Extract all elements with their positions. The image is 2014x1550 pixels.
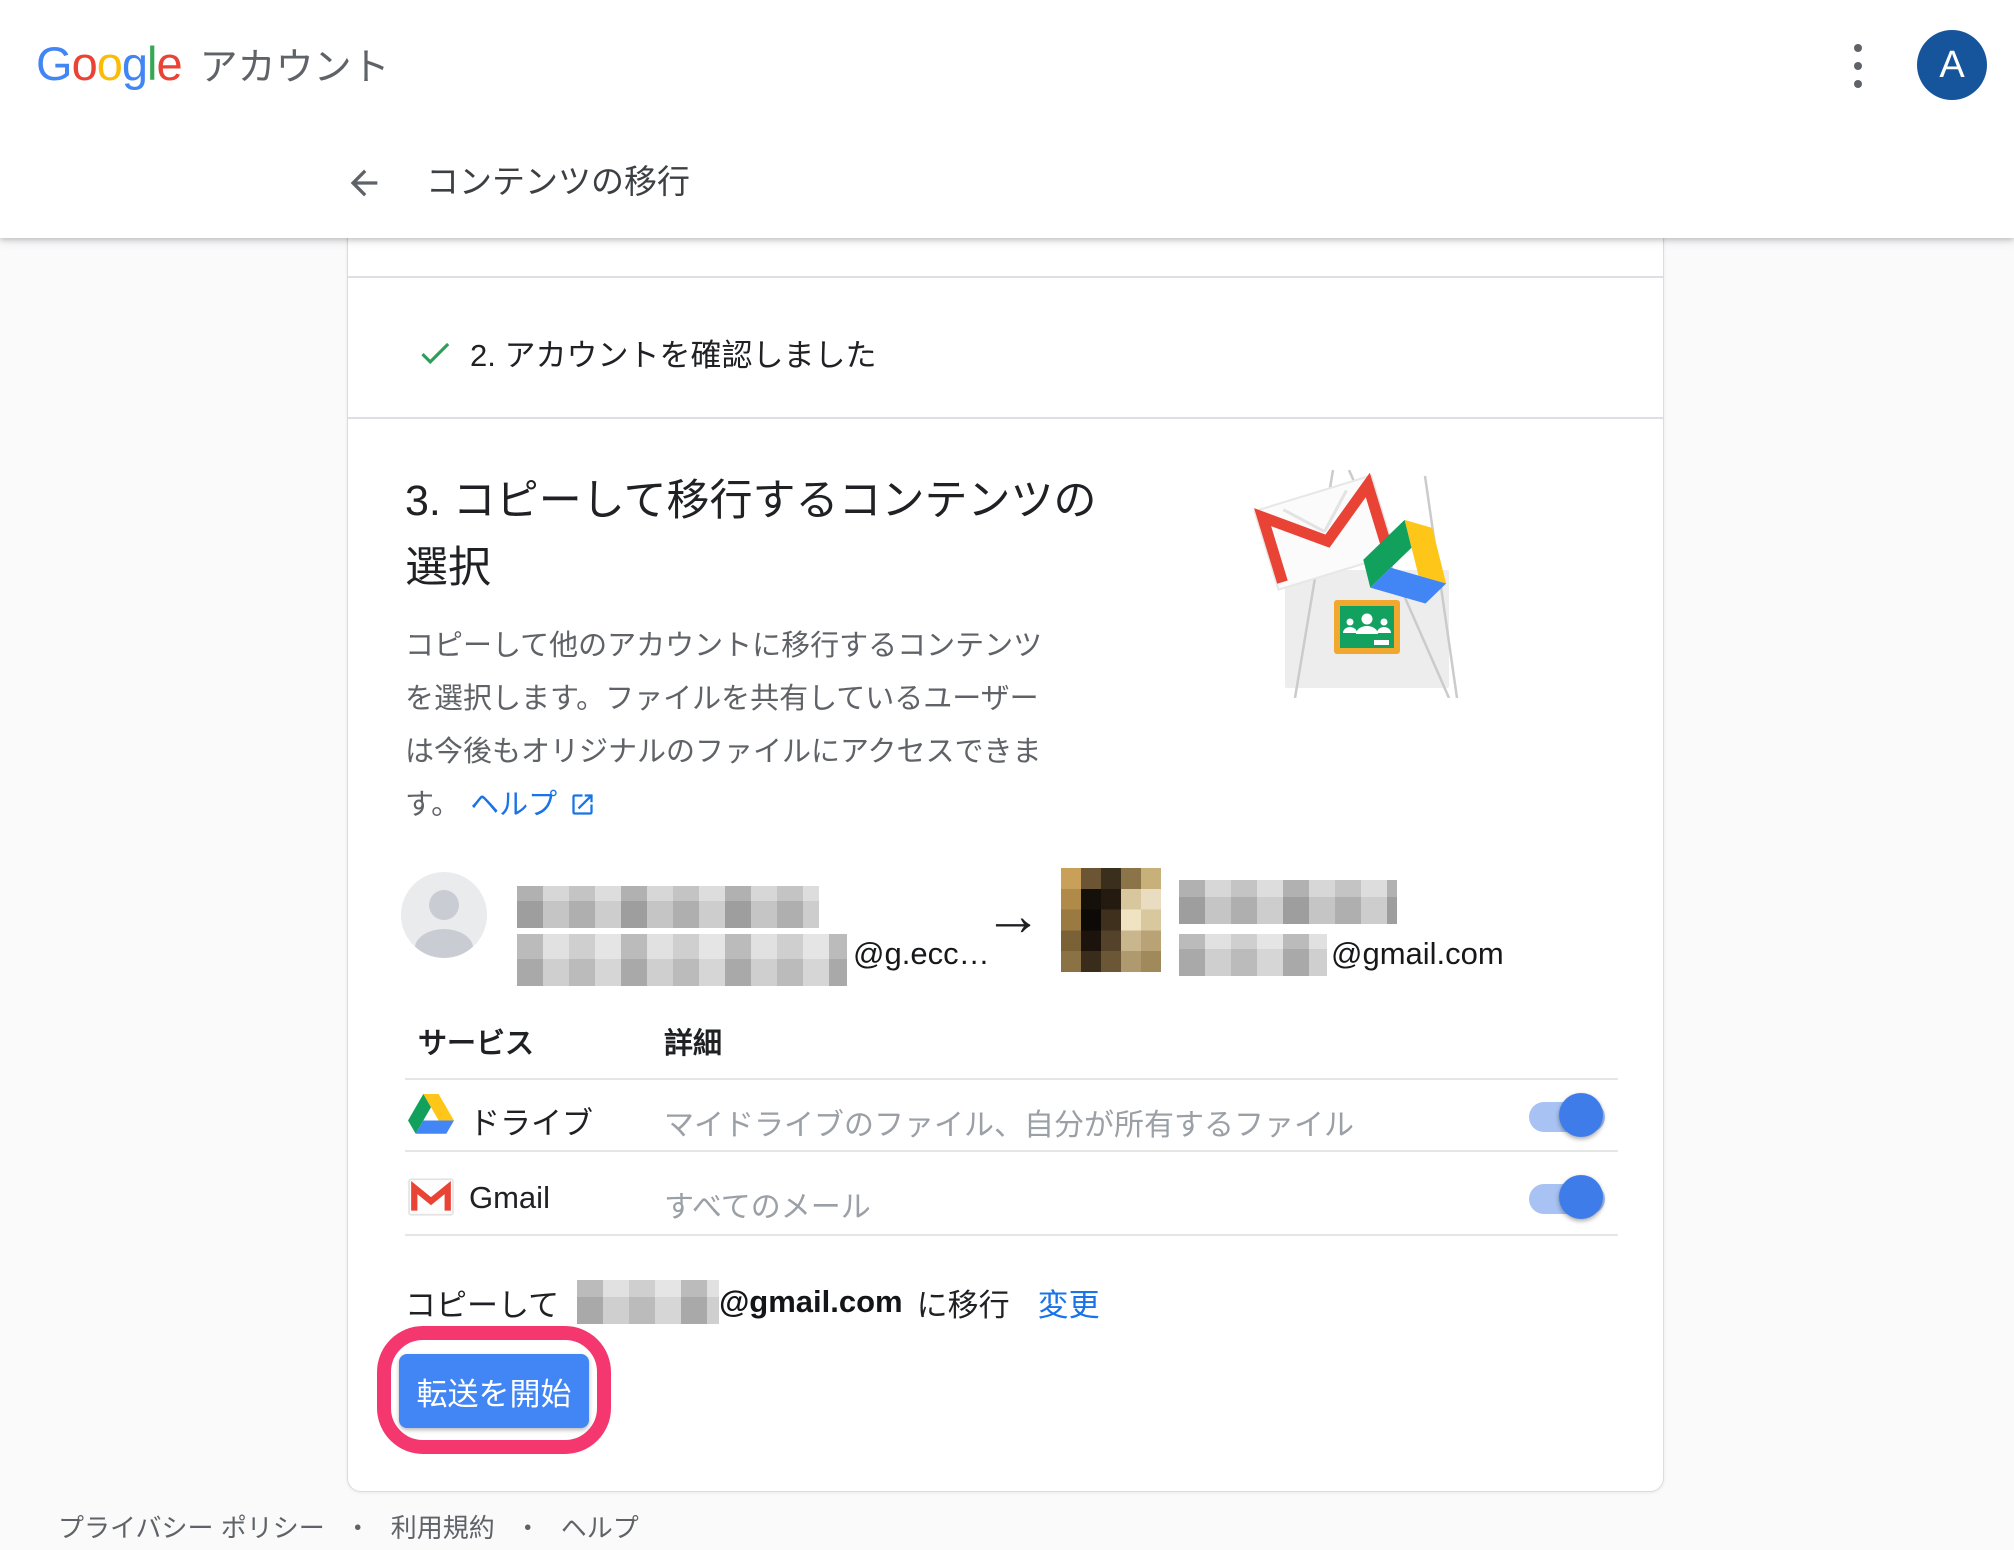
more-options-button[interactable] (1834, 38, 1882, 94)
source-avatar (401, 872, 487, 958)
drive-toggle[interactable] (1529, 1092, 1607, 1138)
divider (348, 417, 1663, 419)
help-link[interactable]: ヘルプ (470, 789, 557, 821)
step2-row: 2. アカウントを確認しました (416, 330, 876, 375)
divider (405, 1150, 1618, 1152)
kebab-dot (1854, 44, 1862, 52)
service-detail: マイドライブのファイル、自分が所有するファイル (664, 1100, 1354, 1144)
service-label: Gmail (469, 1180, 550, 1216)
column-header-detail: 詳細 (664, 1020, 722, 1062)
gmail-icon (408, 1178, 454, 1216)
divider (405, 1078, 1618, 1080)
toggle-knob (1559, 1175, 1603, 1219)
back-arrow-icon (344, 163, 384, 203)
service-detail: すべてのメール (664, 1182, 871, 1226)
classroom-icon (1334, 600, 1400, 654)
divider (348, 276, 1663, 278)
account-avatar[interactable]: A (1917, 30, 1987, 100)
help-footer-link[interactable]: ヘルプ (561, 1508, 639, 1545)
open-in-new-icon (569, 791, 596, 818)
destination-suffix: に移行 (917, 1280, 1010, 1325)
transfer-arrow-icon: → (984, 882, 1042, 949)
step2-label: 2. アカウントを確認しました (470, 330, 876, 375)
change-link[interactable]: 変更 (1038, 1280, 1100, 1325)
divider (405, 1234, 1618, 1236)
destination-avatar-redacted (1061, 868, 1161, 972)
check-icon (416, 334, 454, 372)
subheader: コンテンツの移行 (0, 150, 2014, 220)
kebab-dot (1854, 80, 1862, 88)
kebab-dot (1854, 62, 1862, 70)
privacy-policy-link[interactable]: プライバシー ポリシー (58, 1508, 325, 1545)
destination-line: コピーして @gmail.com に移行 変更 (405, 1278, 1100, 1326)
source-email-suffix: @g.ecc… (853, 936, 990, 972)
column-header-service: サービス (418, 1020, 534, 1062)
back-button[interactable] (342, 162, 386, 206)
step3-description: コピーして他のアカウントに移行するコンテンツを選択します。ファイルを共有している… (405, 620, 1053, 832)
page-footer: プライバシー ポリシー ・ 利用規約 ・ ヘルプ (58, 1508, 639, 1545)
start-transfer-button[interactable]: 転送を開始 (399, 1354, 589, 1428)
google-account-transfer-page: 2. アカウントを確認しました 3. コピーして移行するコンテンツの選択 (0, 0, 2014, 1550)
source-name-redacted (517, 886, 819, 928)
footer-separator: ・ (345, 1508, 371, 1545)
service-label: ドライブ (469, 1098, 593, 1143)
source-email-redacted (517, 934, 847, 986)
products-illustration (1253, 470, 1483, 698)
destination-name-redacted (1179, 880, 1397, 924)
google-logo: Google (36, 36, 182, 91)
destination-email-suffix: @gmail.com (719, 1284, 903, 1320)
destination-prefix: コピーして (405, 1280, 559, 1325)
destination-email-suffix: @gmail.com (1331, 936, 1504, 972)
footer-separator: ・ (515, 1508, 541, 1545)
google-account-logo: Google アカウント (36, 36, 390, 91)
gmail-toggle[interactable] (1529, 1174, 1607, 1220)
transfer-card: 2. アカウントを確認しました 3. コピーして移行するコンテンツの選択 (347, 200, 1664, 1492)
drive-icon (408, 1094, 454, 1134)
toggle-knob (1559, 1093, 1603, 1137)
terms-link[interactable]: 利用規約 (391, 1508, 495, 1545)
destination-email-redacted (577, 1280, 719, 1324)
product-name: アカウント (200, 36, 390, 91)
page-title: コンテンツの移行 (426, 158, 690, 206)
app-header: Google アカウント A コンテンツの移行 (0, 0, 2014, 238)
destination-email-redacted (1179, 934, 1327, 976)
step3-heading: 3. コピーして移行するコンテンツの選択 (405, 468, 1105, 602)
